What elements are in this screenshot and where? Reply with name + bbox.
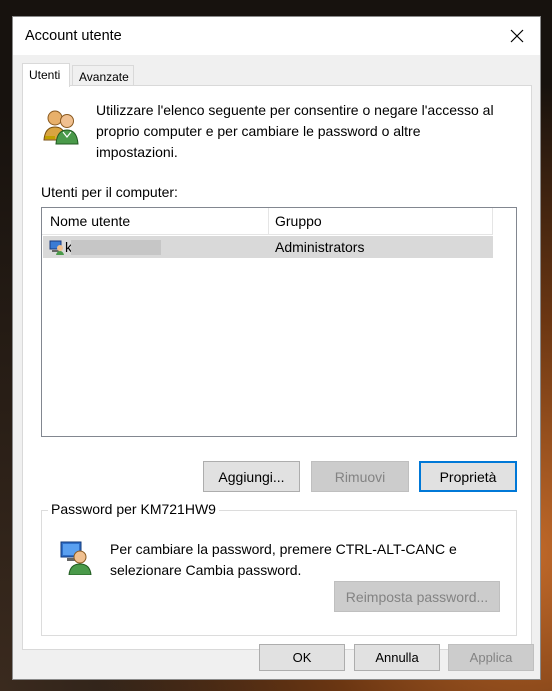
window-title: Account utente: [25, 28, 122, 44]
password-instructions: Per cambiare la password, premere CTRL-A…: [110, 541, 457, 578]
close-icon: [510, 29, 524, 43]
table-row[interactable]: k Administrators: [43, 236, 493, 258]
users-tab-panel: Utilizzare l'elenco seguente per consent…: [22, 85, 532, 650]
properties-button[interactable]: Proprietà: [419, 461, 517, 492]
ok-button[interactable]: OK: [259, 644, 345, 671]
users-list[interactable]: Nome utente Gruppo k Administrators: [41, 207, 517, 437]
user-group: Administrators: [275, 239, 365, 255]
users-list-label: Utenti per il computer:: [41, 184, 178, 200]
dialog-body: Utenti Avanzate Utilizzare l'elenco segu…: [13, 55, 540, 679]
tab-utenti[interactable]: Utenti: [22, 63, 70, 87]
password-group-title: Password per KM721HW9: [48, 501, 219, 517]
column-divider[interactable]: [268, 208, 269, 234]
cancel-button[interactable]: Annulla: [354, 644, 440, 671]
close-button[interactable]: [494, 17, 540, 55]
user-password-icon: [60, 541, 92, 575]
user-icon: [49, 240, 64, 255]
title-bar[interactable]: Account utente: [13, 17, 540, 55]
redacted-name: [71, 240, 161, 255]
intro-text: Utilizzare l'elenco seguente per consent…: [96, 102, 494, 160]
add-button[interactable]: Aggiungi...: [203, 461, 300, 492]
users-icon: [43, 110, 79, 145]
apply-button[interactable]: Applica: [448, 644, 534, 671]
column-header-group[interactable]: Gruppo: [275, 213, 322, 229]
list-header: Nome utente Gruppo: [42, 208, 493, 235]
column-divider[interactable]: [492, 208, 493, 234]
password-group: Password per KM721HW9 Per cambiare la pa…: [41, 501, 517, 636]
user-accounts-dialog: Account utente Utenti Avanzate Utilizzar…: [12, 16, 541, 680]
tab-avanzate[interactable]: Avanzate: [72, 65, 134, 87]
remove-button[interactable]: Rimuovi: [311, 461, 409, 492]
reset-password-button[interactable]: Reimposta password...: [334, 581, 500, 612]
column-header-username[interactable]: Nome utente: [50, 213, 130, 229]
